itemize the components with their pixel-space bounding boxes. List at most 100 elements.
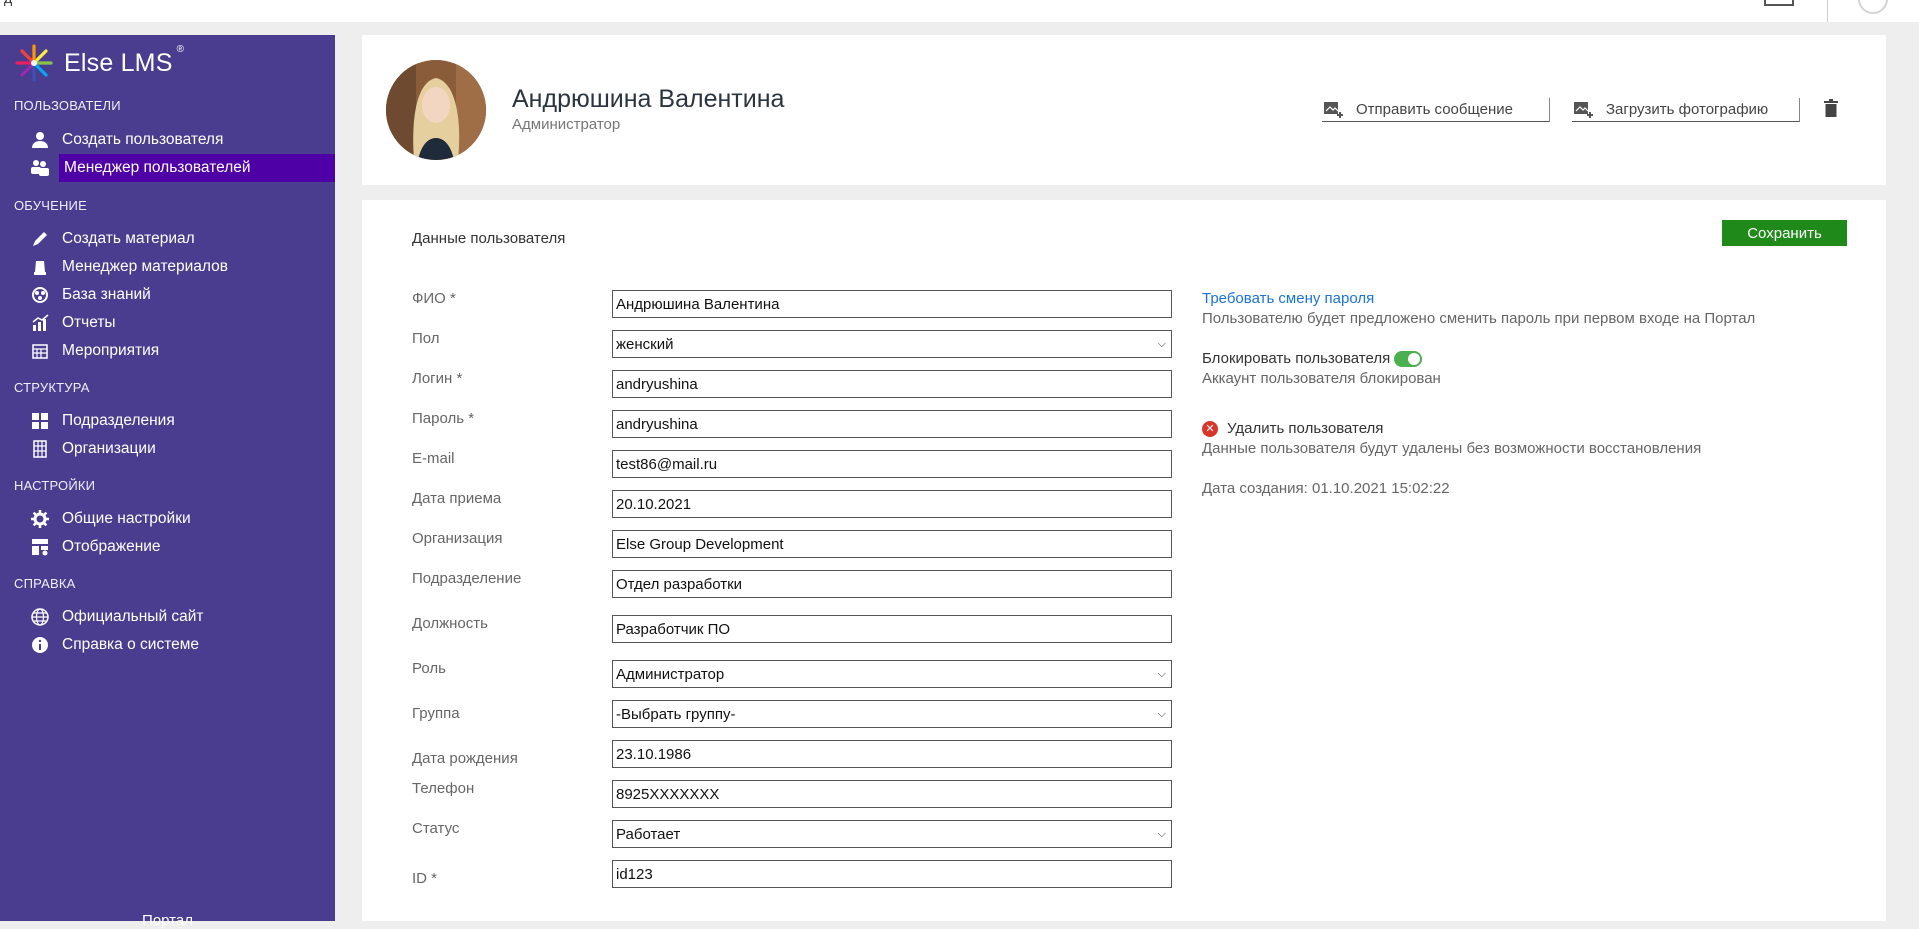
group-select[interactable]: -Выбрать группу- ⌵ (612, 700, 1172, 728)
users-icon (29, 157, 51, 179)
login-input[interactable] (612, 370, 1172, 398)
pencil-icon (29, 228, 51, 250)
top-bar: д (0, 0, 1919, 22)
group-select-value: -Выбрать группу- (616, 705, 736, 723)
full-name-input[interactable] (612, 290, 1172, 318)
created-date: Дата создания: 01.10.2021 15:02:22 (1202, 480, 1450, 497)
sidebar-item-user-manager[interactable]: Менеджер пользователей (0, 154, 335, 182)
gear-icon (29, 508, 51, 530)
id-input[interactable] (612, 860, 1172, 888)
books-icon (29, 256, 51, 278)
field-label-id: ID * (412, 870, 438, 887)
chevron-down-icon: ⌵ (1157, 707, 1166, 720)
status-select[interactable]: Работает ⌵ (612, 820, 1172, 848)
window-icon[interactable] (1764, 0, 1794, 6)
require-password-hint: Пользователю будет предложено сменить па… (1202, 310, 1756, 327)
sidebar-item-knowledge-base[interactable]: База знаний (0, 281, 335, 309)
avatar (386, 60, 486, 160)
position-input[interactable] (612, 615, 1172, 643)
field-label-position: Должность (412, 615, 488, 632)
departments-icon (29, 410, 51, 432)
organization-icon (29, 438, 51, 460)
profile-header: Андрюшина Валентина Администратор Отправ… (362, 35, 1886, 185)
sidebar-item-general-settings[interactable]: Общие настройки (0, 505, 335, 533)
gender-select[interactable]: женский ⌵ (612, 330, 1172, 358)
field-label-department: Подразделение (412, 570, 522, 587)
user-role: Администратор (512, 116, 621, 133)
field-label-status: Статус (412, 820, 460, 837)
field-label-hire-date: Дата приема (412, 490, 502, 507)
delete-user-label: Удалить пользователя (1227, 420, 1384, 437)
field-label-email: E-mail (412, 450, 455, 467)
role-select[interactable]: Администратор ⌵ (612, 660, 1172, 688)
phone-input[interactable] (612, 780, 1172, 808)
password-input[interactable] (612, 410, 1172, 438)
sidebar-item-label: Отчеты (62, 314, 116, 331)
sidebar-item-about-system[interactable]: Справка о системе (0, 631, 335, 659)
calendar-icon (29, 340, 51, 362)
field-label-role: Роль (412, 660, 446, 677)
delete-icon: ✕ (1202, 420, 1218, 437)
account-avatar-icon[interactable] (1858, 0, 1888, 14)
logo-registered-mark: ® (176, 43, 184, 55)
sidebar-item-label: Справка о системе (62, 636, 200, 653)
email-input[interactable] (612, 450, 1172, 478)
send-message-label: Отправить сообщение (1356, 101, 1514, 118)
chevron-down-icon: ⌵ (1157, 337, 1166, 350)
section-title-settings: НАСТРОЙКИ (14, 478, 96, 493)
upload-photo-label: Загрузить фотографию (1606, 101, 1769, 118)
field-label-group: Группа (412, 705, 460, 722)
sidebar-item-departments[interactable]: Подразделения (0, 407, 335, 435)
sidebar-item-create-material[interactable]: Создать материал (0, 225, 335, 253)
add-photo-icon (1574, 101, 1593, 118)
display-icon (29, 536, 51, 558)
sidebar-item-label: Создать пользователя (62, 131, 224, 148)
section-title-users: ПОЛЬЗОВАТЕЛИ (14, 98, 121, 113)
message-icon (1324, 101, 1343, 118)
gender-select-value: женский (616, 335, 674, 353)
block-user-hint: Аккаунт пользователя блокирован (1202, 370, 1441, 387)
sidebar: Else LMS ® ПОЛЬЗОВАТЕЛИ Создать пользова… (0, 35, 335, 929)
form-title: Данные пользователя (412, 230, 566, 247)
sidebar-item-events[interactable]: Мероприятия (0, 337, 335, 365)
top-bar-text: д (4, 0, 12, 6)
sidebar-item-organizations[interactable]: Организации (0, 435, 335, 463)
birth-date-input[interactable] (612, 740, 1172, 768)
sidebar-item-label: Официальный сайт (62, 608, 204, 625)
sidebar-item-material-manager[interactable]: Менеджер материалов (0, 253, 335, 281)
save-button[interactable]: Сохранить (1722, 220, 1847, 246)
sidebar-item-label: Общие настройки (62, 510, 191, 527)
send-message-button[interactable]: Отправить сообщение (1322, 98, 1550, 122)
sidebar-item-label: База знаний (62, 286, 151, 303)
chevron-down-icon: ⌵ (1157, 827, 1166, 840)
sidebar-item-official-site[interactable]: Официальный сайт (0, 603, 335, 631)
sidebar-item-display[interactable]: Отображение (0, 533, 335, 561)
globe-icon (29, 606, 51, 628)
section-title-learning: ОБУЧЕНИЕ (14, 198, 87, 213)
sidebar-item-create-user[interactable]: Создать пользователя (0, 126, 335, 154)
field-label-organization: Организация (412, 530, 503, 547)
sidebar-item-label: Менеджер пользователей (59, 154, 335, 182)
department-input[interactable] (612, 570, 1172, 598)
block-user-row: Блокировать пользователя (1202, 350, 1423, 367)
knowledge-icon (29, 284, 51, 306)
sidebar-item-label: Мероприятия (62, 342, 160, 359)
role-select-value: Администратор (616, 665, 725, 683)
sidebar-item-label: Отображение (62, 538, 161, 555)
chart-icon (29, 312, 51, 334)
user-icon (29, 129, 51, 151)
section-title-structure: СТРУКТУРА (14, 380, 90, 395)
sidebar-item-reports[interactable]: Отчеты (0, 309, 335, 337)
sidebar-item-label: Создать материал (62, 230, 195, 247)
organization-input[interactable] (612, 530, 1172, 558)
field-label-gender: Пол (412, 330, 440, 347)
trash-icon[interactable] (1824, 99, 1844, 121)
require-password-change-link[interactable]: Требовать смену пароля (1202, 290, 1374, 307)
hire-date-input[interactable] (612, 490, 1172, 518)
field-label-phone: Телефон (412, 780, 475, 797)
delete-user-button[interactable]: ✕ Удалить пользователя (1202, 420, 1383, 437)
upload-photo-button[interactable]: Загрузить фотографию (1572, 98, 1800, 122)
user-data-card: Данные пользователя Сохранить ФИО * Пол … (362, 200, 1886, 921)
logo[interactable]: Else LMS ® (14, 43, 184, 83)
block-user-toggle[interactable] (1394, 350, 1423, 367)
